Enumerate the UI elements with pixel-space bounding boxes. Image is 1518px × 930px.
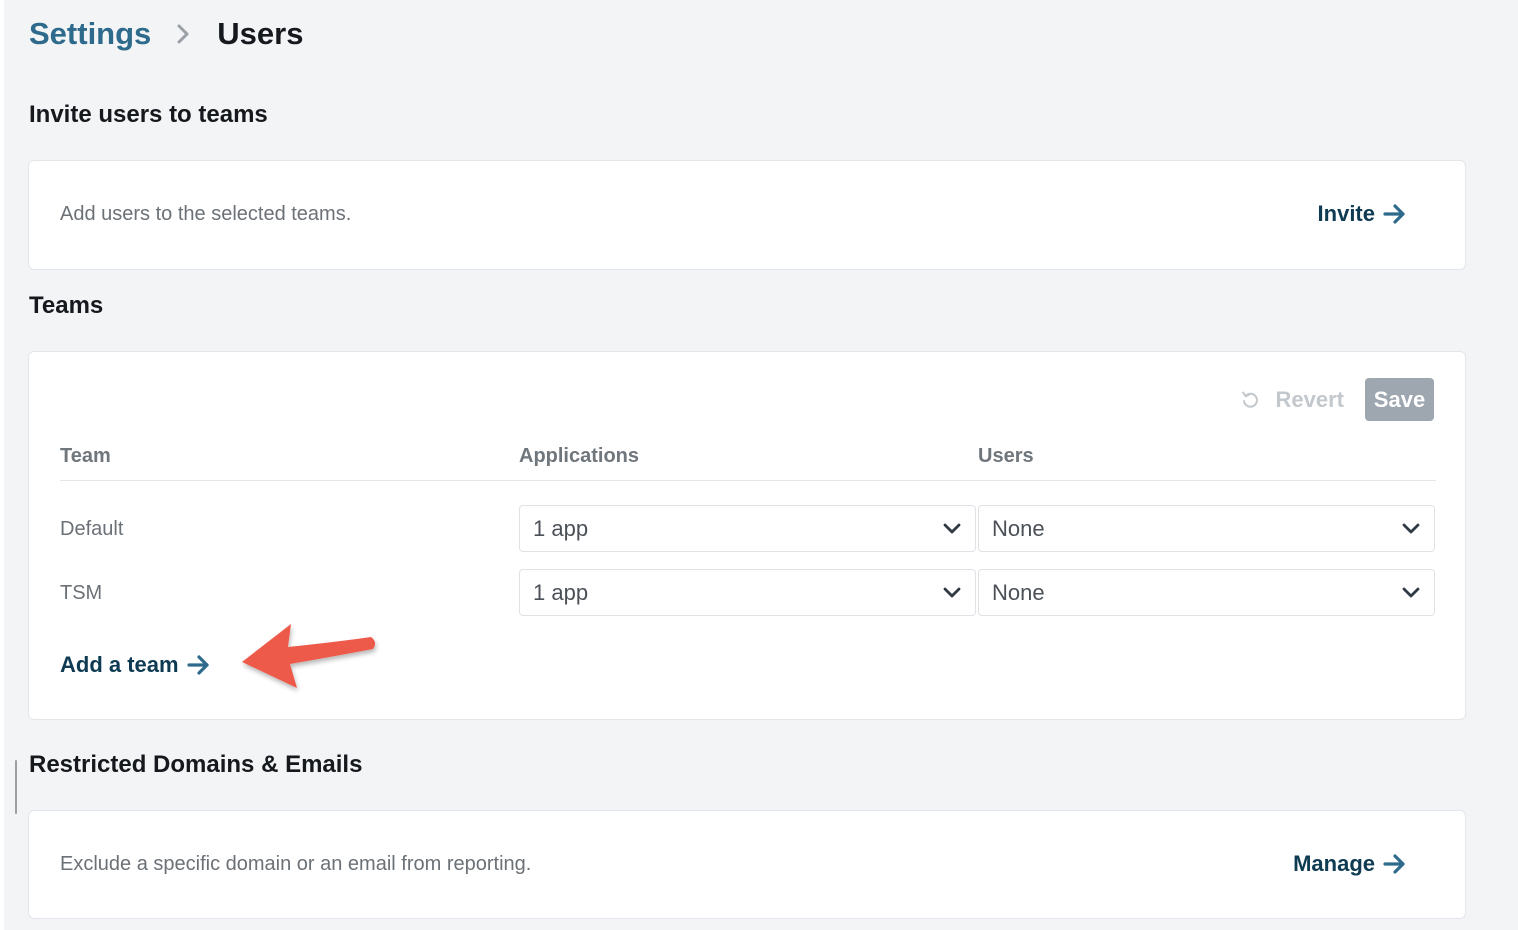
- annotation-arrow: [242, 624, 376, 688]
- select-value: 1 app: [533, 515, 589, 541]
- restricted-section-title: Restricted Domains & Emails: [29, 751, 363, 778]
- column-header-applications: Applications: [519, 445, 640, 467]
- invite-description: Add users to the selected teams.: [60, 203, 352, 225]
- arrow-right-icon: [186, 655, 209, 675]
- restricted-description: Exclude a specific domain or an email fr…: [60, 853, 532, 875]
- add-team-label: Add a team: [60, 652, 179, 677]
- column-header-team: Team: [60, 445, 111, 467]
- window-edge: [0, 0, 4, 930]
- scrollbar-handle[interactable]: [15, 760, 17, 814]
- invite-label: Invite: [1317, 201, 1375, 226]
- select-value: None: [992, 515, 1045, 541]
- select-value: None: [992, 579, 1045, 605]
- chevron-down-icon: [943, 523, 961, 534]
- revert-button[interactable]: Revert: [1240, 387, 1344, 413]
- teams-toolbar: Revert Save: [1240, 378, 1434, 421]
- chevron-down-icon: [943, 587, 961, 598]
- invite-button[interactable]: Invite: [1318, 201, 1407, 227]
- add-team-link[interactable]: Add a team: [60, 652, 211, 678]
- users-select-default[interactable]: None: [978, 505, 1435, 552]
- applications-select-default[interactable]: 1 app: [519, 505, 976, 552]
- users-select-tsm[interactable]: None: [978, 569, 1435, 616]
- restricted-card: Exclude a specific domain or an email fr…: [28, 810, 1466, 919]
- undo-icon: [1241, 391, 1258, 408]
- breadcrumb-settings-link[interactable]: Settings: [29, 16, 151, 52]
- team-name-tsm: TSM: [60, 582, 103, 604]
- arrow-right-icon: [1383, 204, 1405, 224]
- manage-button[interactable]: Manage: [1293, 851, 1407, 877]
- arrow-right-icon: [1383, 854, 1405, 874]
- invite-section-title: Invite users to teams: [29, 101, 268, 128]
- manage-label: Manage: [1293, 851, 1375, 876]
- column-header-users: Users: [978, 445, 1034, 467]
- chevron-down-icon: [1402, 523, 1420, 534]
- breadcrumb: Settings Users: [29, 12, 303, 56]
- team-name-default: Default: [60, 518, 124, 540]
- save-button[interactable]: Save: [1365, 378, 1434, 421]
- revert-label: Revert: [1275, 386, 1344, 412]
- invite-card: Add users to the selected teams. Invite: [28, 160, 1466, 270]
- teams-section-title: Teams: [29, 292, 104, 319]
- select-value: 1 app: [533, 579, 589, 605]
- chevron-down-icon: [1402, 587, 1420, 598]
- page-title: Users: [217, 16, 304, 51]
- applications-select-tsm[interactable]: 1 app: [519, 569, 976, 616]
- chevron-right-icon: [177, 24, 189, 44]
- table-header-divider: [60, 480, 1436, 481]
